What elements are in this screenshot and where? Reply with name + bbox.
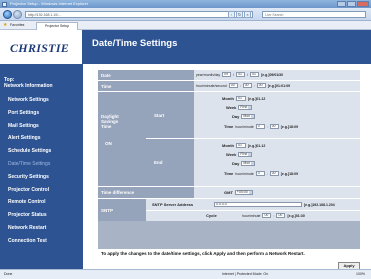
window-title-bar: Projector Setup - Windows Internet Explo… [0,0,371,8]
security-zone: Internet | Protected Mode: On [222,272,269,276]
christie-logo: CHRISTIE [0,30,83,64]
dst-on-label: ON [105,141,112,146]
window-title: Projector Setup - Windows Internet Explo… [10,1,89,6]
sidebar-item-projector-status[interactable]: Projector Status [0,209,83,222]
sidebar-item-network-settings[interactable]: Network Settings [0,94,83,107]
page-header: Date/Time Settings [83,30,371,64]
main-content: Date year/month/day 09 / 01 / 01 [e.g.]0… [83,64,371,270]
date-example: [e.g.]09/01/30 [261,72,284,77]
date-row: Date year/month/day 09 / 01 / 01 [e.g.]0… [98,70,360,80]
day-input[interactable]: 01 [250,72,260,77]
sidebar-item-port-settings[interactable]: Port Settings [0,107,83,120]
search-input[interactable]: Live Search [262,11,366,18]
dst-start-month-input[interactable]: 01 [236,96,246,101]
dst-end-day-select[interactable]: Mon [241,161,256,166]
sntp-server-input[interactable]: 0.0.0.0 [214,202,302,207]
favorites-bar: ★ Favorites Projector Setup [0,21,371,30]
page-title: Date/Time Settings [92,38,178,49]
sidebar-item-schedule-settings[interactable]: Schedule Settings [0,145,83,158]
sntp-cycle-label: Cycle [206,213,217,218]
web-page: CHRISTIE Top: Network Information Networ… [0,30,371,270]
sidebar-item-datetime-settings[interactable]: Date/Time Settings [0,158,83,171]
sidebar-item-security-settings[interactable]: Security Settings [0,171,83,184]
back-button[interactable] [3,10,12,19]
stop-icon[interactable]: × [244,11,251,18]
forward-button[interactable] [13,10,22,19]
favorites-star-icon[interactable]: ★ [3,23,8,28]
dst-start-week-select[interactable]: First [238,105,253,110]
minimize-button[interactable] [337,1,346,7]
date-hint: year/month/day [196,72,221,77]
sidebar-item-remote-control[interactable]: Remote Control [0,196,83,209]
sidebar: CHRISTIE Top: Network Information Networ… [0,30,83,269]
minute-input[interactable]: 00 [242,83,252,88]
ie-icon [2,1,7,7]
sidebar-menu: Network Settings Port Settings Mail Sett… [0,94,83,248]
sidebar-item-mail-settings[interactable]: Mail Settings [0,120,83,133]
dst-end-label: End [146,139,194,186]
time-row: Time hour/minute/second 00 : 00 : 00 [e.… [98,81,360,91]
address-input[interactable]: http://192.168.1.10/... [25,11,253,18]
sntp-cycle-minute-input[interactable]: 00 [276,213,286,218]
status-bar: Done Internet | Protected Mode: On 100% [0,269,371,279]
time-difference-row: Time difference GMT +00:00 [98,187,360,198]
dst-end-month-input[interactable]: 01 [236,143,246,148]
dst-start-minute-input[interactable]: 00 [269,124,279,129]
sidebar-item-alert-settings[interactable]: Alert Settings [0,132,83,145]
sidebar-top-link[interactable]: Top: Network Information [4,77,53,89]
year-input[interactable]: 09 [222,72,232,77]
zoom-level[interactable]: 100% [356,270,365,279]
dst-end-minute-input[interactable]: 00 [269,171,279,176]
settings-table: Date year/month/day 09 / 01 / 01 [e.g.]0… [98,70,360,249]
dst-start-label: Start [146,92,194,138]
apply-notice: To apply the changes to the date/time se… [101,251,305,256]
date-label: Date [98,70,194,80]
address-toolbar: http://192.168.1.10/... ▫ ↻ × Live Searc… [0,8,371,21]
close-button[interactable] [357,1,369,7]
hour-input[interactable]: 00 [228,83,238,88]
sntp-server-label: SNTP Server Address [152,202,194,207]
time-difference-select[interactable]: +00:00 [234,190,253,195]
month-input[interactable]: 01 [236,72,246,77]
sntp-block: SNTP SNTP Server Address 0.0.0.0 [e.g.]1… [98,199,360,221]
favorites-button[interactable]: Favorites [10,21,24,30]
refresh-icon[interactable]: ↻ [236,11,243,18]
sidebar-item-network-restart[interactable]: Network Restart [0,222,83,235]
sidebar-item-connection-test[interactable]: Connection Test [0,235,83,248]
sntp-cycle-hour-input[interactable]: 00 [262,213,272,218]
browser-tab[interactable]: Projector Setup [36,22,79,30]
time-difference-label: Time difference [98,187,194,198]
maximize-button[interactable] [347,1,356,7]
sidebar-item-projector-control[interactable]: Projector Control [0,184,83,197]
dst-start-day-select[interactable]: Mon [241,114,256,119]
dst-end-hour-input[interactable]: 0 [255,171,265,176]
status-text: Done [4,272,13,276]
sntp-label: SNTP [98,199,146,221]
time-hint: hour/minute/second [196,83,227,88]
time-label: Time [98,81,194,91]
dst-start-hour-input[interactable]: 0 [255,124,265,129]
second-input[interactable]: 00 [256,83,266,88]
dst-label: Daylight Savings Time ON [98,92,146,186]
compatibility-icon[interactable]: ▫ [228,11,235,18]
dst-end-week-select[interactable]: First [238,152,253,157]
time-example: [e.g.]01:01:09 [267,83,291,88]
dst-block: Daylight Savings Time ON Start Month 01 … [98,92,360,186]
